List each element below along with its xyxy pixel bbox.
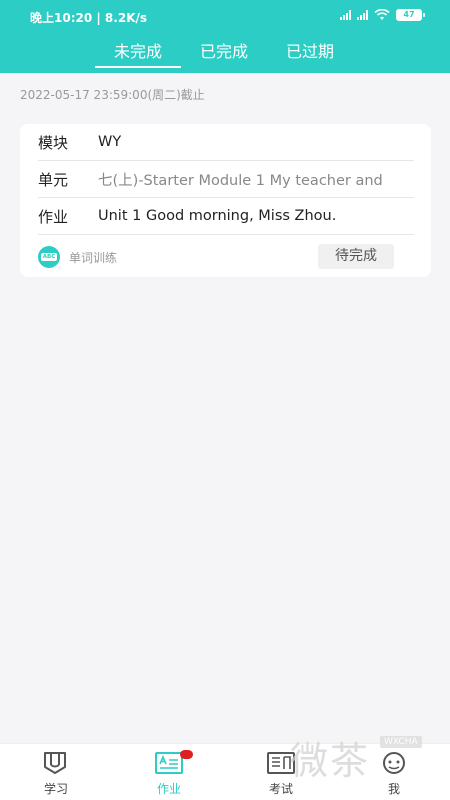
unit-row: 单元 七(上)-Starter Module 1 My teacher and [38,161,414,198]
nav-study[interactable]: 学习 [11,744,101,800]
card-footer: ABC 单词训练 [38,246,117,268]
status-badge[interactable]: 待完成 [318,244,394,269]
notification-badge [180,750,193,759]
nav-homework-label: 作业 [156,782,181,796]
status-time: 晚上10:20 | 8.2K/s [30,11,148,25]
watermark: 微茶 WXCHA [290,730,440,790]
tab-bar: 未完成 已完成 已过期 [95,38,353,68]
signal-icon [340,10,351,20]
watermark-badge: WXCHA [380,736,422,748]
tab-incomplete[interactable]: 未完成 [95,38,181,68]
book-icon [44,752,66,774]
deadline-text: 2022-05-17 23:59:00(周二)截止 [20,88,205,102]
homework-row: 作业 Unit 1 Good morning, Miss Zhou. [38,198,414,235]
abc-icon: ABC [38,246,60,268]
module-label: 模块 [38,133,69,152]
module-value: WY [98,134,122,150]
status-bar: 晚上10:20 | 8.2K/s 47 [0,0,450,34]
unit-value: 七(上)-Starter Module 1 My teacher and [98,172,383,189]
status-icons: 47 [340,9,425,21]
homework-value: Unit 1 Good morning, Miss Zhou. [98,208,337,224]
watermark-text: 微茶 [290,739,371,783]
tab-completed[interactable]: 已完成 [181,38,267,68]
battery-icon: 47 [396,9,425,21]
module-row: 模块 WY [38,124,414,161]
signal-hd-icon [357,10,368,20]
nav-homework[interactable]: 作业 [124,744,214,800]
word-training-label: 单词训练 [69,250,118,265]
wifi-icon [374,9,390,20]
abc-icon-text: ABC [40,253,58,261]
homework-label: 作业 [38,207,69,226]
top-bar: 晚上10:20 | 8.2K/s 47 未完成 已完成 已过期 [0,0,450,73]
tab-expired[interactable]: 已过期 [267,38,353,68]
nav-study-label: 学习 [43,782,68,796]
homework-card[interactable]: 模块 WY 单元 七(上)-Starter Module 1 My teache… [20,124,431,277]
unit-label: 单元 [38,170,69,189]
